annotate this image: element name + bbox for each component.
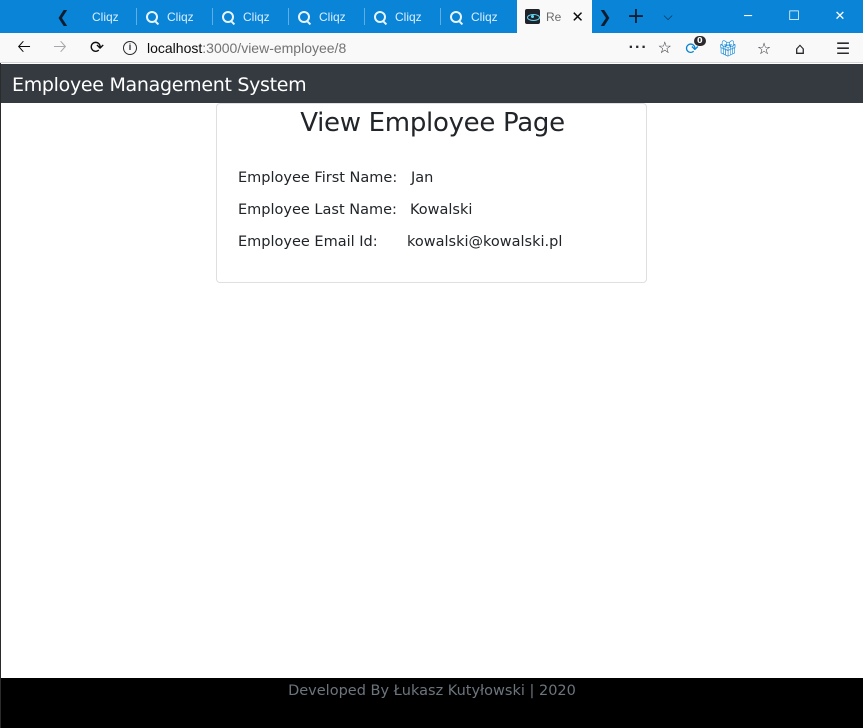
email-row: Employee Email Id: kowalski@kowalski.pl: [238, 234, 562, 250]
tab-label: Cliqz: [319, 9, 346, 24]
tab-label: Re: [546, 9, 562, 24]
tab-label: Cliqz: [243, 9, 270, 24]
react-icon: [525, 9, 540, 24]
extension-badge: 0: [694, 36, 706, 46]
first-name-row: Employee First Name: Jan: [238, 170, 433, 186]
tab-label: Cliqz: [92, 9, 119, 24]
browser-tab[interactable]: Cliqz: [288, 0, 364, 33]
page-title: View Employee Page: [300, 108, 565, 138]
cliqz-icon: [146, 10, 158, 23]
bookmark-star-icon[interactable]: ☆: [658, 38, 672, 58]
menu-icon[interactable]: ☰: [829, 35, 857, 61]
last-name-label: Employee Last Name:: [238, 202, 397, 218]
cliqz-extension-icon[interactable]: ⟳ 0: [678, 35, 706, 61]
page-footer: Developed By Łukasz Kutyłowski | 2020: [1, 678, 863, 728]
email-value: kowalski@kowalski.pl: [407, 234, 563, 250]
gift-icon[interactable]: 🎁︎: [714, 35, 742, 61]
browser-tab[interactable]: Cliqz: [364, 0, 440, 33]
scroll-tabs-left-icon[interactable]: ❮: [52, 0, 74, 33]
email-label: Employee Email Id:: [238, 234, 378, 250]
cliqz-icon: [298, 10, 310, 23]
home-icon[interactable]: ⌂: [786, 35, 814, 61]
reload-icon[interactable]: ⟳: [83, 35, 111, 61]
first-name-value: Jan: [411, 170, 434, 186]
back-icon[interactable]: 🡠: [10, 35, 38, 61]
address-bar[interactable]: i localhost:3000/view-employee/8 ··· ☆: [117, 35, 672, 61]
url-path: :3000/view-employee/8: [202, 40, 347, 56]
app-header: Employee Management System: [1, 64, 863, 103]
tab-strip: ❮ Cliqz Cliqz Cliqz Cliqz Cliqz Cliqz Re…: [0, 0, 863, 33]
cliqz-icon: [222, 10, 234, 23]
minimize-icon[interactable]: ─: [725, 0, 771, 33]
browser-tab[interactable]: Cliqz: [440, 0, 516, 33]
browser-tab-active[interactable]: Re ✕: [517, 0, 592, 33]
cliqz-icon: [374, 10, 386, 23]
tab-label: Cliqz: [167, 9, 194, 24]
footer-text: Developed By Łukasz Kutyłowski | 2020: [288, 683, 576, 699]
site-info-icon[interactable]: i: [123, 41, 137, 55]
close-window-icon[interactable]: ✕: [817, 0, 863, 33]
list-tabs-icon[interactable]: ⌵: [654, 0, 682, 33]
scroll-tabs-right-icon[interactable]: ❯: [594, 0, 616, 33]
tab-label: Cliqz: [471, 9, 498, 24]
browser-tab[interactable]: Cliqz: [136, 0, 212, 33]
navigation-toolbar: 🡠 🡢 ⟳ i localhost:3000/view-employee/8 ·…: [0, 33, 863, 63]
maximize-icon[interactable]: ☐: [771, 0, 817, 33]
first-name-label: Employee First Name:: [238, 170, 398, 186]
cliqz-icon: [450, 10, 462, 23]
last-name-value: Kowalski: [410, 202, 473, 218]
forward-icon[interactable]: 🡢: [46, 35, 74, 61]
last-name-row: Employee Last Name: Kowalski: [238, 202, 472, 218]
new-tab-icon[interactable]: +: [622, 0, 650, 33]
page-actions-icon[interactable]: ···: [629, 39, 648, 57]
window-border: [0, 63, 1, 728]
url-host: localhost: [147, 40, 203, 56]
library-icon[interactable]: ☆: [750, 35, 778, 61]
app-brand[interactable]: Employee Management System: [12, 74, 307, 96]
tab-label: Cliqz: [395, 9, 422, 24]
close-tab-icon[interactable]: ✕: [571, 8, 584, 26]
browser-tab[interactable]: Cliqz: [212, 0, 288, 33]
employee-card: View Employee Page Employee First Name: …: [216, 103, 647, 283]
